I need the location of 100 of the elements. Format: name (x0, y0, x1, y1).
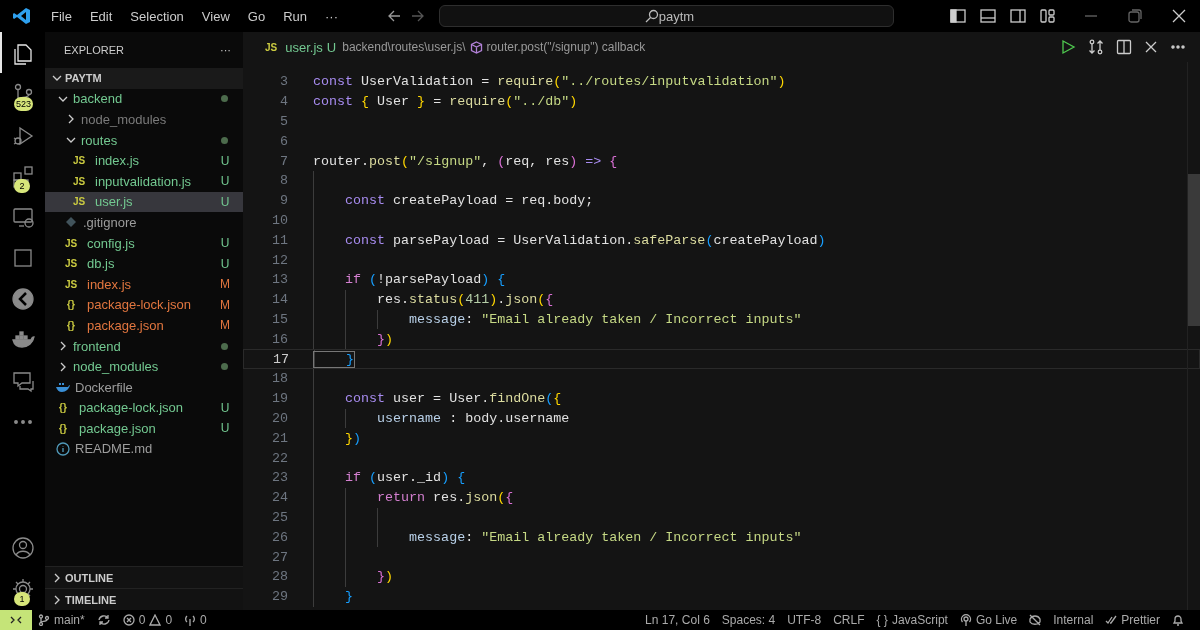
line-number: 29 (271, 589, 288, 605)
breadcrumb-symbol[interactable]: router.post("/signup") callback (486, 40, 646, 54)
remote-icon (10, 614, 22, 626)
status-item[interactable]: Prettier (1099, 613, 1166, 627)
status-item[interactable]: { } JavaScript (870, 613, 954, 627)
tab-title[interactable]: user.js (285, 39, 323, 55)
run-icon[interactable] (1060, 39, 1076, 55)
line-number: 28 (271, 569, 288, 585)
code-line: const { User } = require("../db") (313, 93, 578, 112)
folder-row[interactable]: routes (45, 129, 243, 151)
bell-icon[interactable] (1172, 614, 1184, 626)
menu-overflow[interactable]: ··· (316, 8, 347, 24)
file-row[interactable]: JS index.js U (45, 150, 243, 171)
js-icon: JS (63, 237, 79, 249)
folder-row[interactable]: node_modules (45, 356, 243, 377)
sync-icon[interactable] (96, 614, 111, 626)
restore-icon[interactable] (1128, 9, 1142, 23)
folder-name: node_modules (81, 112, 168, 127)
file-row[interactable]: README.md (45, 438, 243, 460)
line-number: 19 (271, 391, 288, 407)
mask-icon[interactable] (1029, 614, 1042, 626)
warning-icon (149, 614, 162, 626)
branch-item[interactable]: main* (32, 613, 91, 627)
status-item[interactable]: UTF-8 (781, 613, 828, 627)
status-item[interactable]: Internal (1047, 613, 1100, 627)
file-name: index.js (87, 276, 133, 292)
close-icon[interactable] (1144, 40, 1158, 54)
account-icon[interactable] (10, 535, 35, 560)
folder-header[interactable]: PAYTM (45, 68, 243, 89)
line-number: 4 (279, 94, 288, 110)
count-badge: 2 (14, 179, 30, 193)
file-row[interactable]: JS inputvalidation.js U (45, 170, 243, 192)
line-number: 24 (271, 490, 288, 506)
line-number: 7 (279, 153, 288, 169)
whale-icon (55, 381, 71, 394)
menu-item[interactable]: Edit (80, 8, 122, 24)
folder-row[interactable]: backend (45, 88, 243, 110)
js-icon: JS (265, 41, 278, 53)
sidebar-layout-icon[interactable] (950, 8, 966, 24)
file-row[interactable]: .gitignore (45, 212, 243, 233)
scrollbar-thumb[interactable] (1188, 174, 1200, 326)
file-name: user.js (95, 194, 134, 210)
folder-row[interactable]: node_modules (45, 109, 243, 130)
breadcrumb-path[interactable]: backend\routes\user.js\ (342, 40, 466, 54)
status-item[interactable]: Go Live (953, 613, 1024, 627)
line-number: 23 (271, 470, 288, 486)
menu-item[interactable]: File (42, 8, 81, 24)
cube-icon (469, 40, 483, 54)
line-number: 25 (271, 509, 288, 525)
panel-layout-icon[interactable] (980, 8, 996, 24)
file-row[interactable]: Dockerfile (45, 376, 243, 398)
folder-name: node_modules (73, 359, 160, 375)
line-number: 16 (271, 331, 288, 347)
status-item[interactable]: CRLF (827, 613, 871, 627)
count-badge: 523 (14, 97, 34, 111)
git-status: U (326, 39, 337, 55)
section-header[interactable]: TIMELINE (45, 588, 243, 610)
search-field[interactable]: paytm (439, 5, 894, 27)
js-icon: {} (55, 402, 71, 414)
file-row[interactable]: {} package-lock.json M (45, 294, 243, 316)
line-number: 11 (271, 232, 288, 248)
status-item[interactable]: Ln 17, Col 6 (639, 613, 716, 627)
menu-item[interactable]: Go (238, 8, 275, 24)
close-icon[interactable] (1172, 9, 1186, 23)
line-number: 18 (271, 371, 288, 387)
line-number: 14 (271, 292, 288, 308)
menu-item[interactable]: View (192, 8, 239, 24)
file-row[interactable]: {} package-lock.json U (45, 397, 243, 419)
menu-item[interactable]: Selection (121, 8, 193, 24)
more-button[interactable]: ··· (220, 44, 231, 56)
problems-item[interactable]: 0 0 (116, 613, 179, 627)
remote-button[interactable] (0, 610, 32, 630)
split-layout-icon[interactable] (1010, 8, 1026, 24)
code-line: const UserValidation = require("../routes/inputvalidation") (313, 73, 786, 92)
section-header[interactable]: OUTLINE (45, 566, 243, 588)
line-number: 6 (279, 133, 288, 149)
file-row[interactable]: JS db.js U (45, 253, 243, 274)
status-item[interactable]: Spaces: 4 (715, 613, 782, 627)
pie-icon[interactable] (10, 286, 35, 311)
file-name: .gitignore (83, 214, 138, 230)
split-editor-icon[interactable] (1116, 39, 1132, 55)
file-row[interactable]: JS config.js U (45, 232, 243, 254)
forward-arrow-icon[interactable] (411, 9, 425, 23)
file-row[interactable]: {} package.json M (45, 315, 243, 336)
extensions-icon[interactable] (10, 163, 35, 188)
file-row[interactable]: {} package.json U (45, 418, 243, 439)
broadcast-icon (959, 614, 972, 626)
compare-icon[interactable] (1088, 39, 1104, 55)
file-name: inputvalidation.js (95, 173, 193, 189)
customize-layout-icon[interactable] (1040, 8, 1056, 24)
js-icon: {} (63, 299, 79, 311)
file-row[interactable]: JS user.js U (45, 191, 243, 213)
git-status: U (219, 153, 231, 168)
back-arrow-icon[interactable] (387, 9, 401, 23)
folder-row[interactable]: frontend (45, 335, 243, 357)
line-number: 10 (271, 212, 288, 228)
ports-item[interactable]: 0 (178, 613, 213, 627)
menu-item[interactable]: Run (274, 8, 316, 24)
file-row[interactable]: JS index.js M (45, 273, 243, 295)
branch-icon (38, 614, 50, 626)
